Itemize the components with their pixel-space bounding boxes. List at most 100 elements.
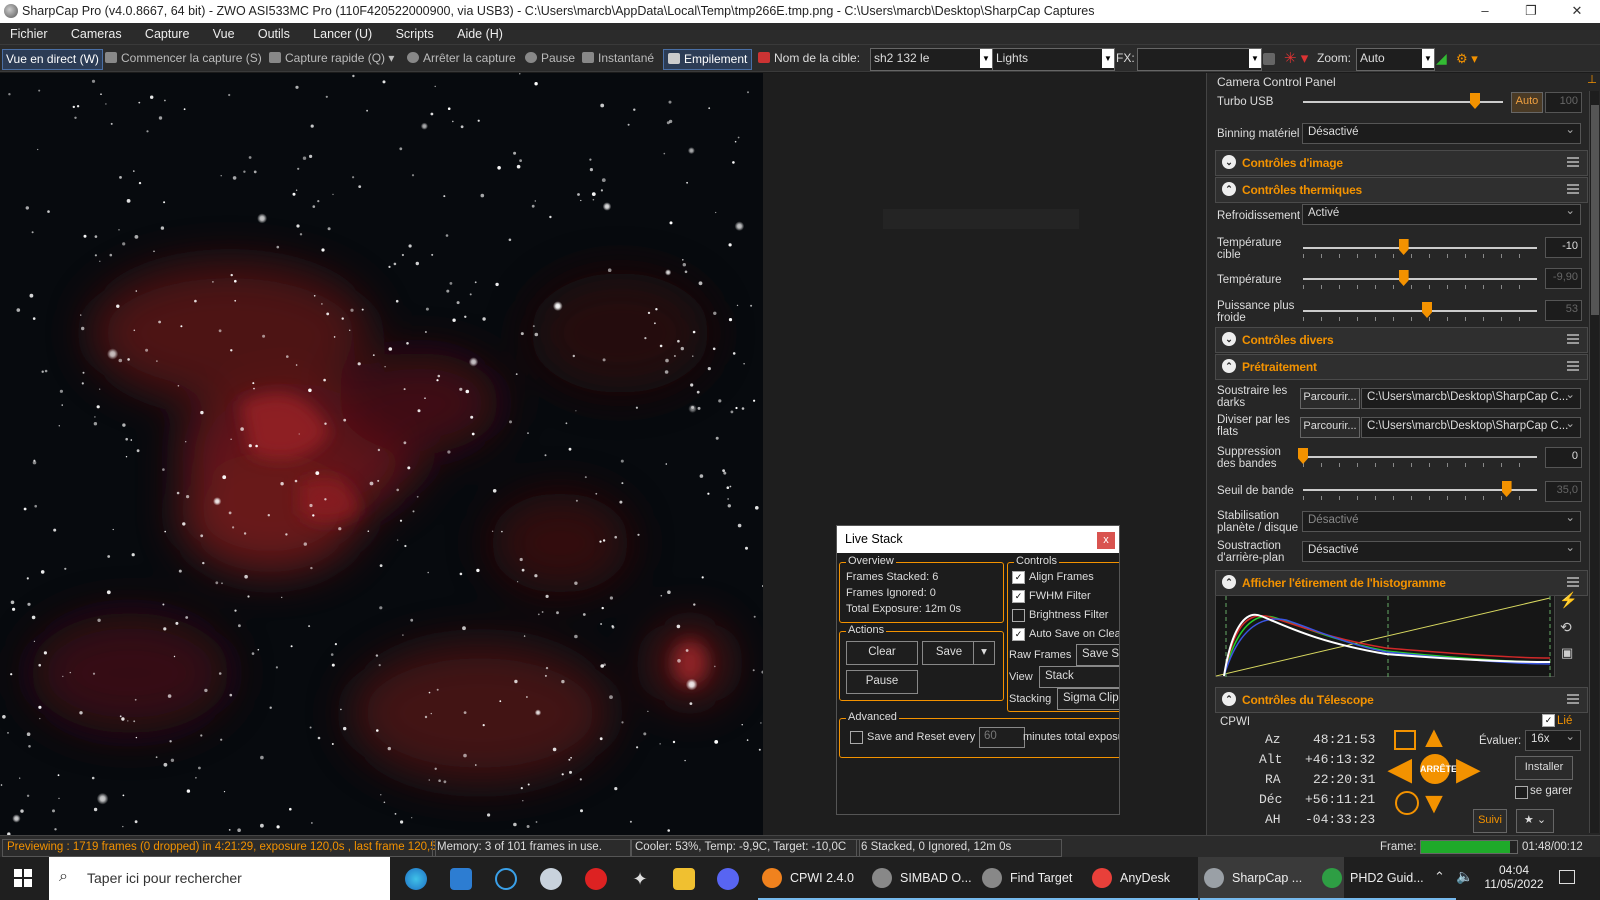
pause-stack-button[interactable]: Pause xyxy=(846,670,918,694)
star-favorites-button[interactable]: ★ ⌄ xyxy=(1516,809,1554,833)
tracking-button[interactable]: Suivi xyxy=(1473,809,1507,833)
target-temp-slider-handle[interactable] xyxy=(1398,239,1409,255)
band-threshold-slider-handle[interactable] xyxy=(1501,481,1512,497)
view-select[interactable]: Stack xyxy=(1039,666,1119,688)
target-temp-slider[interactable] xyxy=(1303,247,1537,249)
turbo-usb-value[interactable]: 100 xyxy=(1545,92,1582,113)
menu-outils[interactable]: Outils xyxy=(248,23,300,45)
section-misc-controls[interactable]: ⌄ Contrôles divers xyxy=(1215,327,1588,353)
flats-path-select[interactable]: C:\Users\marcb\Desktop\SharpCap C... xyxy=(1361,416,1581,438)
tray-chevron-up-icon[interactable]: ⌃ xyxy=(1434,869,1445,885)
save-button[interactable]: Save xyxy=(922,641,976,665)
histogram-icon[interactable]: ◢ xyxy=(1436,49,1447,68)
live-stack-close-button[interactable]: x xyxy=(1097,532,1115,549)
sync-icon[interactable] xyxy=(1394,730,1416,750)
volume-icon[interactable]: 🔈 xyxy=(1456,868,1473,885)
app-icon[interactable] xyxy=(540,868,562,890)
darks-path-select[interactable]: C:\Users\marcb\Desktop\SharpCap C... xyxy=(1361,387,1581,409)
install-button[interactable]: Installer xyxy=(1515,756,1573,780)
maximize-button[interactable]: ❐ xyxy=(1508,0,1554,23)
reticle-icon[interactable]: ✳ ▾ xyxy=(1284,49,1308,68)
save-icon[interactable]: ▣ xyxy=(1561,646,1573,659)
menu-capture[interactable]: Capture xyxy=(135,23,199,45)
outlook-icon[interactable] xyxy=(450,868,472,890)
file-explorer-icon[interactable] xyxy=(673,868,695,890)
section-histogram-stretch[interactable]: ⌃ Afficher l'étirement de l'histogramme xyxy=(1215,570,1588,596)
cooling-select[interactable]: Activé xyxy=(1302,203,1581,225)
notifications-icon[interactable] xyxy=(1559,870,1575,884)
stacking-button[interactable]: Empilement xyxy=(663,49,753,70)
arrow-left-icon[interactable]: ◀ xyxy=(1383,755,1417,785)
linked-checkbox[interactable]: ✓ xyxy=(1542,714,1555,727)
target-name-combo[interactable]: sh2 132 le ▼ xyxy=(870,48,993,71)
brightness-filter-checkbox[interactable] xyxy=(1012,609,1025,622)
lightning-icon[interactable]: ⚡ xyxy=(1559,593,1578,608)
menu-lancer[interactable]: Lancer (U) xyxy=(303,23,382,45)
rate-select[interactable]: 16x xyxy=(1525,729,1581,751)
background-subtraction-select[interactable]: Désactivé xyxy=(1302,540,1581,562)
camera-image-view[interactable] xyxy=(0,73,763,835)
close-button[interactable]: ✕ xyxy=(1554,0,1600,23)
fx-combo[interactable]: ▼ xyxy=(1137,48,1262,71)
edge-browser-icon[interactable] xyxy=(405,868,427,890)
banding-slider-handle[interactable] xyxy=(1298,448,1308,464)
menu-scripts[interactable]: Scripts xyxy=(386,23,444,45)
start-capture-button[interactable]: Commencer la capture (S) xyxy=(105,49,262,68)
zoom-combo[interactable]: Auto ▼ xyxy=(1356,48,1435,71)
settings-icon[interactable]: ⚙ ▾ xyxy=(1456,49,1478,68)
live-view-button[interactable]: Vue en direct (W) xyxy=(2,49,103,70)
histogram-chart[interactable] xyxy=(1215,595,1555,678)
park-checkbox[interactable] xyxy=(1515,786,1528,799)
frame-type-combo[interactable]: Lights ▼ xyxy=(992,48,1115,71)
arrow-up-icon[interactable]: ▲ xyxy=(1417,723,1451,753)
banding-value[interactable]: 0 xyxy=(1545,447,1582,468)
browse-flats-button[interactable]: Parcourir... xyxy=(1300,417,1360,438)
pin-icon[interactable]: ⊥ xyxy=(1587,74,1597,86)
snapshot-button[interactable]: Instantané xyxy=(582,49,654,68)
banding-slider[interactable] xyxy=(1303,456,1537,458)
reset-icon[interactable]: ⟲ xyxy=(1560,620,1572,634)
taskbar-search-input[interactable]: ⌕ Taper ici pour rechercher xyxy=(49,857,390,900)
section-image-controls[interactable]: ⌄ Contrôles d'image xyxy=(1215,150,1588,176)
menu-vue[interactable]: Vue xyxy=(203,23,245,45)
menu-fichier[interactable]: Fichier xyxy=(0,23,58,45)
scrollbar-thumb[interactable] xyxy=(1591,105,1599,315)
stellarium-icon[interactable] xyxy=(585,868,607,890)
browse-darks-button[interactable]: Parcourir... xyxy=(1300,388,1360,409)
turbo-auto-toggle[interactable]: Auto xyxy=(1511,92,1543,113)
stop-slew-button[interactable]: ARRÊTE xyxy=(1420,754,1457,784)
taskbar-clock[interactable]: 04:04 11/05/2022 xyxy=(1482,863,1546,891)
menu-aide[interactable]: Aide (H) xyxy=(447,23,513,45)
turbo-usb-slider-handle[interactable] xyxy=(1470,93,1480,109)
band-threshold-value[interactable]: 35,0 xyxy=(1545,481,1582,502)
save-dropdown-button[interactable]: ▾ xyxy=(973,641,995,665)
windows-start-icon[interactable] xyxy=(14,869,32,887)
fwhm-filter-checkbox[interactable]: ✓ xyxy=(1012,590,1025,603)
pause-button[interactable]: Pause xyxy=(525,49,575,68)
clear-button[interactable]: Clear xyxy=(846,641,918,665)
target-temp-value[interactable]: -10 xyxy=(1545,237,1582,258)
binning-select[interactable]: Désactivé xyxy=(1302,122,1581,144)
arrow-right-icon[interactable]: ▶ xyxy=(1451,755,1485,785)
target-crosshair-icon[interactable] xyxy=(1395,791,1419,815)
raw-frames-select[interactable]: Save St xyxy=(1076,644,1119,666)
minimize-button[interactable]: – xyxy=(1462,0,1508,23)
discord-icon[interactable] xyxy=(717,868,739,890)
section-thermal-controls[interactable]: ⌃ Contrôles thermiques xyxy=(1215,177,1588,203)
save-reset-checkbox[interactable] xyxy=(850,731,863,744)
align-frames-checkbox[interactable]: ✓ xyxy=(1012,571,1025,584)
section-preprocessing[interactable]: ⌃ Prétraitement xyxy=(1215,354,1588,380)
arrow-down-icon[interactable]: ▼ xyxy=(1417,789,1451,819)
quick-capture-button[interactable]: Capture rapide (Q) ▾ xyxy=(269,49,394,68)
crosshair-toggle-icon[interactable] xyxy=(1263,53,1275,65)
minutes-stepper[interactable]: 60 xyxy=(979,727,1025,748)
stacking-select[interactable]: Sigma Clipp xyxy=(1057,688,1119,710)
panel-scrollbar[interactable] xyxy=(1589,91,1599,833)
star-app-icon[interactable]: ✦ xyxy=(629,868,651,890)
autosave-checkbox[interactable]: ✓ xyxy=(1012,628,1025,641)
section-telescope-controls[interactable]: ⌃ Contrôles du Télescope xyxy=(1215,687,1588,713)
stop-capture-button[interactable]: Arrêter la capture xyxy=(407,49,516,68)
ccleaner-icon[interactable] xyxy=(495,868,517,890)
menu-cameras[interactable]: Cameras xyxy=(61,23,132,45)
stabilization-select[interactable]: Désactivé xyxy=(1302,510,1581,532)
